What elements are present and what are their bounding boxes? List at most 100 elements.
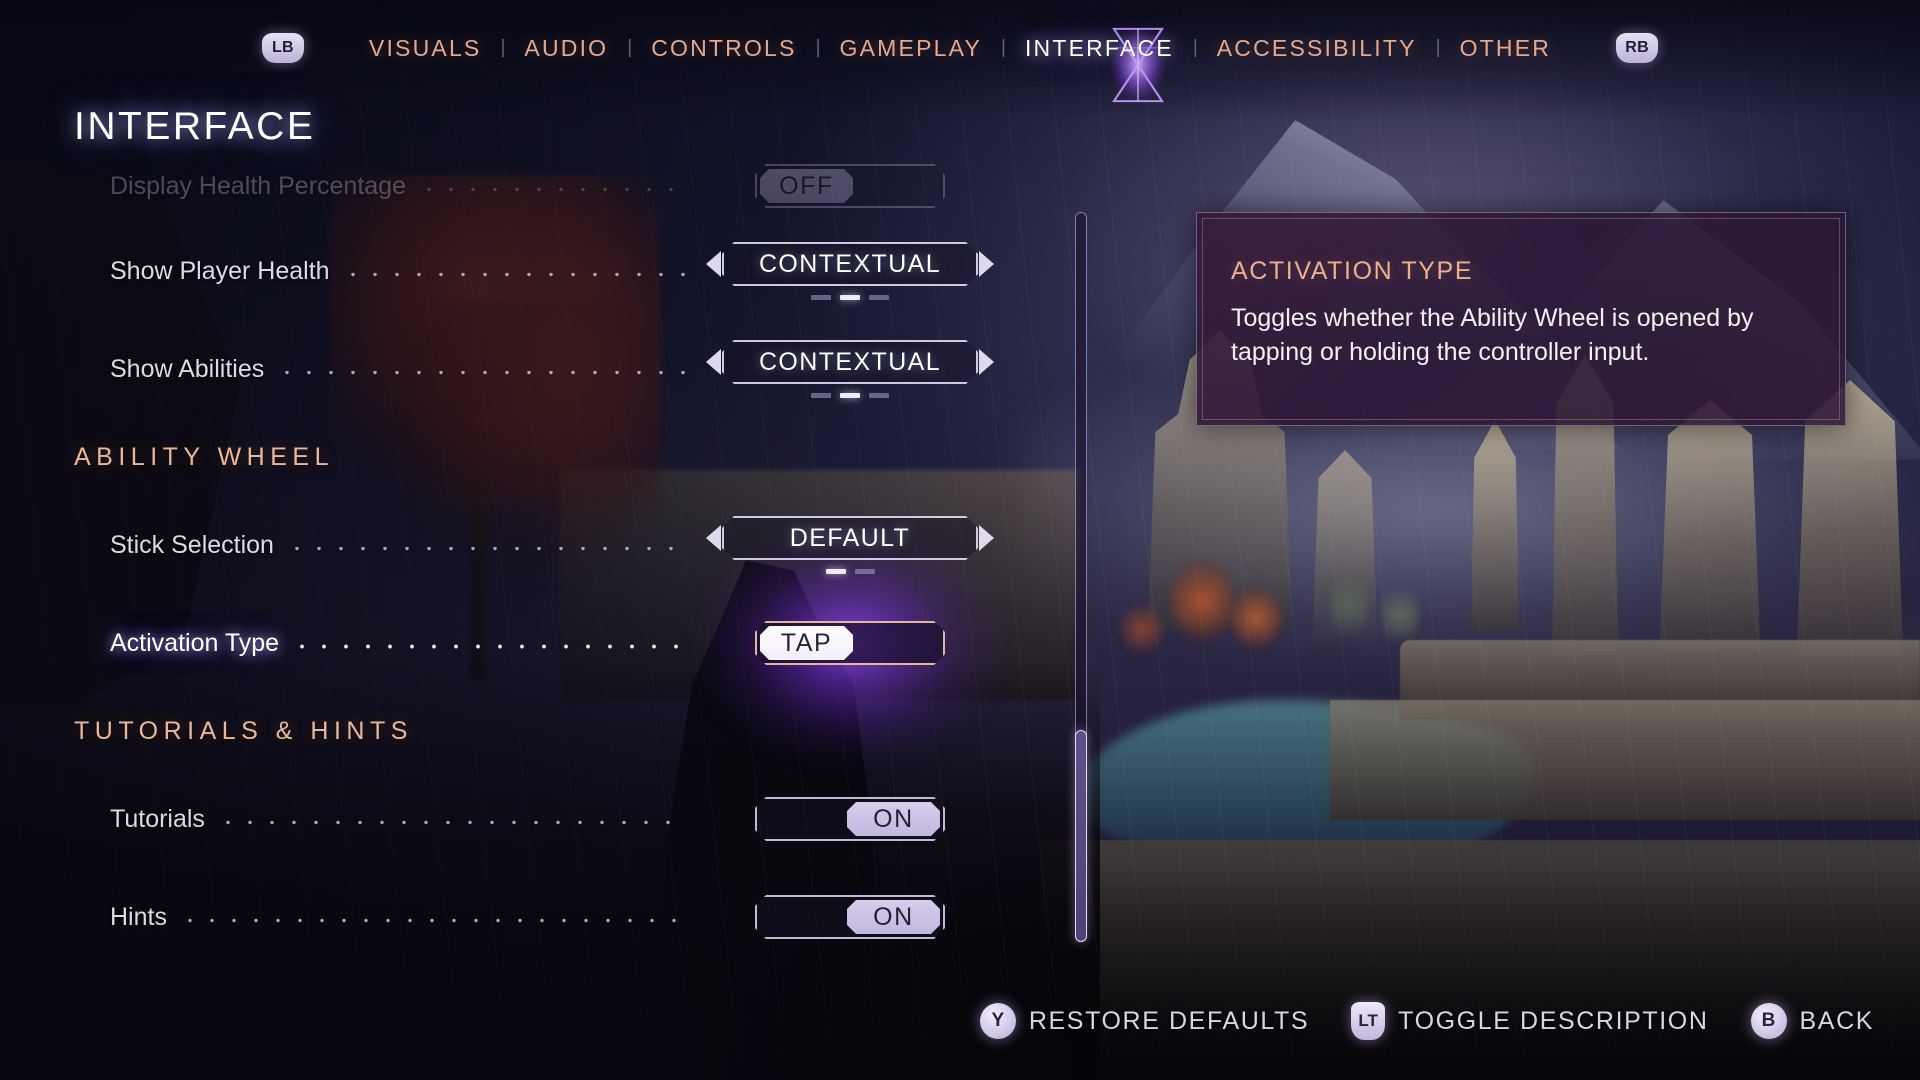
- button-prompt[interactable]: LT TOGGLE DESCRIPTION: [1351, 1002, 1708, 1040]
- toggle-value: TAP: [780, 628, 833, 657]
- tab-accessibility[interactable]: ACCESSIBILITY: [1200, 35, 1434, 62]
- toggle-control[interactable]: ON: [755, 895, 945, 939]
- selector-frame[interactable]: DEFAULT: [722, 516, 978, 560]
- scrollbar-thumb[interactable]: [1075, 730, 1087, 942]
- setting-label: Stick Selection: [110, 530, 274, 559]
- toggle-pill: OFF: [760, 169, 853, 203]
- dot-leader: [291, 633, 688, 659]
- setting-control-slot: TAP: [700, 528, 1000, 758]
- chevron-right-icon[interactable]: [979, 251, 994, 277]
- setting-row[interactable]: Show Abilities CONTEXTUAL: [0, 320, 1060, 418]
- setting-control-slot: ON: [700, 797, 1000, 841]
- setting-label: Show Abilities: [110, 354, 265, 383]
- right-bumper-icon[interactable]: RB: [1616, 33, 1659, 63]
- tab-interface[interactable]: INTERFACE: [1008, 35, 1191, 62]
- section-header: ABILITY WHEEL: [74, 442, 334, 471]
- selector-position-dash: [825, 569, 846, 574]
- selector-position-dash: [840, 295, 860, 300]
- toggle-control[interactable]: OFF: [755, 164, 945, 208]
- setting-row[interactable]: Tutorials ON: [0, 770, 1060, 868]
- toggle-control[interactable]: ON: [755, 797, 945, 841]
- selector-control[interactable]: DEFAULT: [700, 516, 1000, 560]
- setting-label: Tutorials: [110, 804, 205, 833]
- toggle-control[interactable]: TAP: [755, 621, 945, 665]
- nav-separator: |: [627, 37, 633, 58]
- chevron-left-icon[interactable]: [706, 349, 721, 375]
- nav-separator: |: [815, 37, 821, 58]
- chevron-right-icon[interactable]: [979, 525, 994, 551]
- tab-gameplay[interactable]: GAMEPLAY: [823, 35, 999, 62]
- toggle-value: ON: [873, 804, 914, 833]
- button-prompt-label: TOGGLE DESCRIPTION: [1398, 1006, 1709, 1035]
- selector-control[interactable]: CONTEXTUAL: [700, 242, 1000, 286]
- settings-scrollbar[interactable]: [1075, 212, 1087, 942]
- selector-position-dash: [811, 393, 831, 398]
- dot-leader: [216, 809, 688, 835]
- selector-frame[interactable]: CONTEXTUAL: [722, 340, 978, 384]
- setting-control-slot: CONTEXTUAL: [700, 340, 1000, 398]
- settings-tab-bar[interactable]: LB VISUALS | AUDIO | CONTROLS | GAMEPLAY | INTER…: [0, 25, 1920, 105]
- gamepad-b-icon[interactable]: B: [1750, 1003, 1787, 1039]
- left-bumper-icon[interactable]: LB: [261, 33, 304, 63]
- gamepad-lt-icon[interactable]: LT: [1351, 1002, 1386, 1040]
- tab-visuals[interactable]: VISUALS: [352, 35, 499, 62]
- selector-position-dash: [840, 393, 860, 398]
- setting-label: Hints: [110, 902, 167, 931]
- setting-row[interactable]: Show Player Health CONTEXTUAL: [0, 222, 1060, 320]
- setting-control-slot: ON: [700, 895, 1000, 939]
- nav-separator: |: [1192, 37, 1198, 58]
- button-prompt[interactable]: Y RESTORE DEFAULTS: [979, 1003, 1310, 1039]
- dot-leader: [418, 176, 688, 202]
- selector-frame[interactable]: CONTEXTUAL: [722, 242, 978, 286]
- toggle-value: OFF: [779, 171, 834, 200]
- nav-separator: |: [500, 37, 506, 58]
- setting-row[interactable]: Hints ON: [0, 868, 1060, 966]
- setting-label: Activation Type: [110, 628, 280, 657]
- selector-position-dash: [869, 295, 889, 300]
- selector-position-dash: [869, 393, 889, 398]
- gamepad-y-icon[interactable]: Y: [979, 1003, 1016, 1039]
- selector-value: CONTEXTUAL: [758, 347, 942, 376]
- page-title: INTERFACE: [74, 105, 316, 148]
- chevron-left-icon[interactable]: [706, 525, 721, 551]
- selector-position-indicator: [825, 569, 875, 574]
- selector-position-dash: [854, 569, 875, 574]
- button-prompt-label: BACK: [1799, 1006, 1874, 1035]
- button-prompt-label: RESTORE DEFAULTS: [1028, 1006, 1310, 1035]
- toggle-value: ON: [873, 902, 914, 931]
- tooltip-title: ACTIVATION TYPE: [1231, 257, 1474, 285]
- selector-control[interactable]: CONTEXTUAL: [700, 340, 1000, 384]
- section-header: TUTORIALS & HINTS: [74, 716, 413, 745]
- tab-audio[interactable]: AUDIO: [507, 35, 625, 62]
- setting-control-slot: DEFAULT: [700, 516, 1000, 574]
- setting-control-slot: OFF: [700, 164, 1000, 208]
- toggle-pill: ON: [847, 900, 940, 934]
- selector-value: DEFAULT: [789, 523, 911, 552]
- button-prompt-bar: Y RESTORE DEFAULTS LT TOGGLE DESCRIPTION B BA…: [979, 998, 1874, 1044]
- selector-position-dash: [811, 295, 831, 300]
- settings-list: Display Health Percentage OFF Show Player …: [0, 150, 1060, 966]
- nav-separator: |: [1001, 37, 1006, 58]
- setting-control-slot: CONTEXTUAL: [700, 242, 1000, 300]
- toggle-pill: TAP: [760, 626, 853, 660]
- dot-leader: [341, 261, 688, 287]
- chevron-left-icon[interactable]: [706, 251, 721, 277]
- nav-items: VISUALS | AUDIO | CONTROLS | GAMEPLAY | INTERFAC…: [352, 35, 1568, 62]
- setting-row[interactable]: Stick Selection DEFAULT: [0, 496, 1060, 594]
- dot-leader: [285, 535, 688, 561]
- description-tooltip: ACTIVATION TYPE Toggles whether the Abil…: [1196, 212, 1846, 426]
- setting-row[interactable]: Display Health Percentage OFF: [0, 150, 1060, 222]
- tab-controls[interactable]: CONTROLS: [634, 35, 813, 62]
- setting-row[interactable]: Activation Type TAP: [0, 528, 1060, 758]
- dot-leader: [178, 907, 688, 933]
- selector-position-indicator: [811, 393, 889, 398]
- tab-other[interactable]: OTHER: [1443, 35, 1569, 62]
- chevron-right-icon[interactable]: [979, 349, 994, 375]
- nav-separator: |: [1435, 37, 1441, 58]
- selector-position-indicator: [811, 295, 889, 300]
- setting-label: Display Health Percentage: [110, 171, 406, 200]
- button-prompt[interactable]: B BACK: [1750, 1003, 1874, 1039]
- setting-label: Show Player Health: [110, 256, 330, 285]
- tooltip-body: Toggles whether the Ability Wheel is ope…: [1231, 304, 1754, 366]
- selector-value: CONTEXTUAL: [758, 249, 942, 278]
